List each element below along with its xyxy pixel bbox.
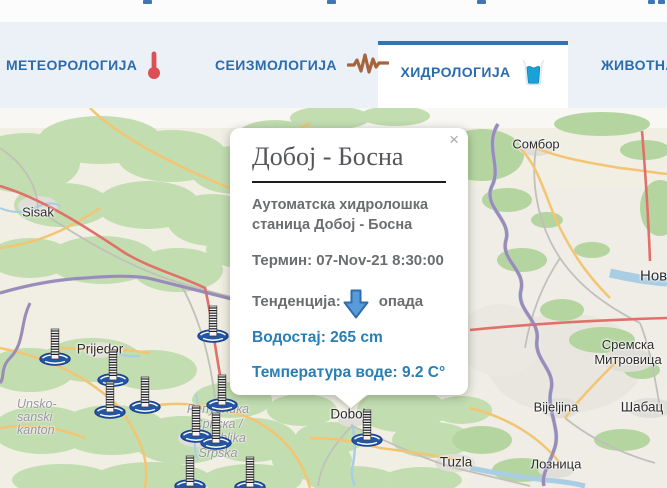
city-label: Нови Сад [640,267,667,285]
city-label: Сомбор [512,136,560,152]
city-label: Сремска Митровица [594,337,662,367]
station-marker[interactable] [350,403,384,447]
tab-seizmologija[interactable]: СЕИЗМОЛОГИЈА [215,22,389,108]
city-label: Шабац [620,399,664,415]
popup-divider [252,181,446,183]
city-label: Bijeljina [533,399,579,415]
station-marker[interactable] [38,322,72,366]
close-icon[interactable]: × [449,131,459,148]
clipped-top-nav [0,0,667,22]
city-label: Tuzla [439,454,473,470]
tab-label: МЕТЕОРОЛОГИЈА [6,57,138,73]
station-description: Аутоматска хидролошка станица Добој - Бо… [252,197,429,233]
thermometer-icon [147,50,161,80]
city-label: Лозница [530,456,582,472]
popup-title: Добој - Босна [252,142,404,171]
tab-label: ЖИВОТНА [601,57,667,73]
water-level-value: Водостај: 265 cm [252,329,383,346]
arrow-down-icon [343,289,369,319]
clipped-nav-text [648,0,655,4]
map[interactable]: SisakPrijedorDobojTuzlaСомборНови СадСре… [0,108,667,488]
popup-tail [334,394,368,408]
region-label: Unsko-sanski kanton [17,397,57,437]
station-marker[interactable] [196,299,230,343]
tendency-row: Тенденција: опада [252,286,446,319]
tab-label: ХИДРОЛОГИЈА [400,64,511,80]
tab-meteorologija[interactable]: МЕТЕОРОЛОГИЈА [6,22,161,108]
tendency-value: опада [378,292,424,310]
observation-time: Термин: 07-Nov-21 8:30:00 [252,252,444,269]
tendency-label: Тенденција: [252,292,341,310]
tab-hidrologija[interactable]: ХИДРОЛОГИЈА [378,41,568,104]
clipped-nav-text [143,0,152,4]
station-marker[interactable] [233,450,267,488]
tab-label: СЕИЗМОЛОГИЈА [215,57,337,73]
station-marker[interactable] [173,449,207,488]
station-marker[interactable] [93,375,127,419]
clipped-nav-text [477,0,486,4]
station-marker[interactable] [128,370,162,414]
section-tabbar: МЕТЕОРОЛОГИЈА СЕИЗМОЛОГИЈА ХИДРОЛОГИЈА ЖИВО… [0,22,667,108]
water-glass-icon [521,59,546,86]
station-popup: × Добој - Босна Аутоматска хидролошка ст… [230,128,468,408]
clipped-nav-text [658,0,665,4]
clipped-nav-text [327,0,336,4]
city-label: Sisak [22,204,54,220]
station-marker[interactable] [199,406,233,450]
tab-zivotna[interactable]: ЖИВОТНА [601,22,667,108]
app-window: МЕТЕОРОЛОГИЈА СЕИЗМОЛОГИЈА ХИДРОЛОГИЈА ЖИВО… [0,0,667,488]
water-temperature-value: Температура воде: 9.2 C° [252,364,446,381]
